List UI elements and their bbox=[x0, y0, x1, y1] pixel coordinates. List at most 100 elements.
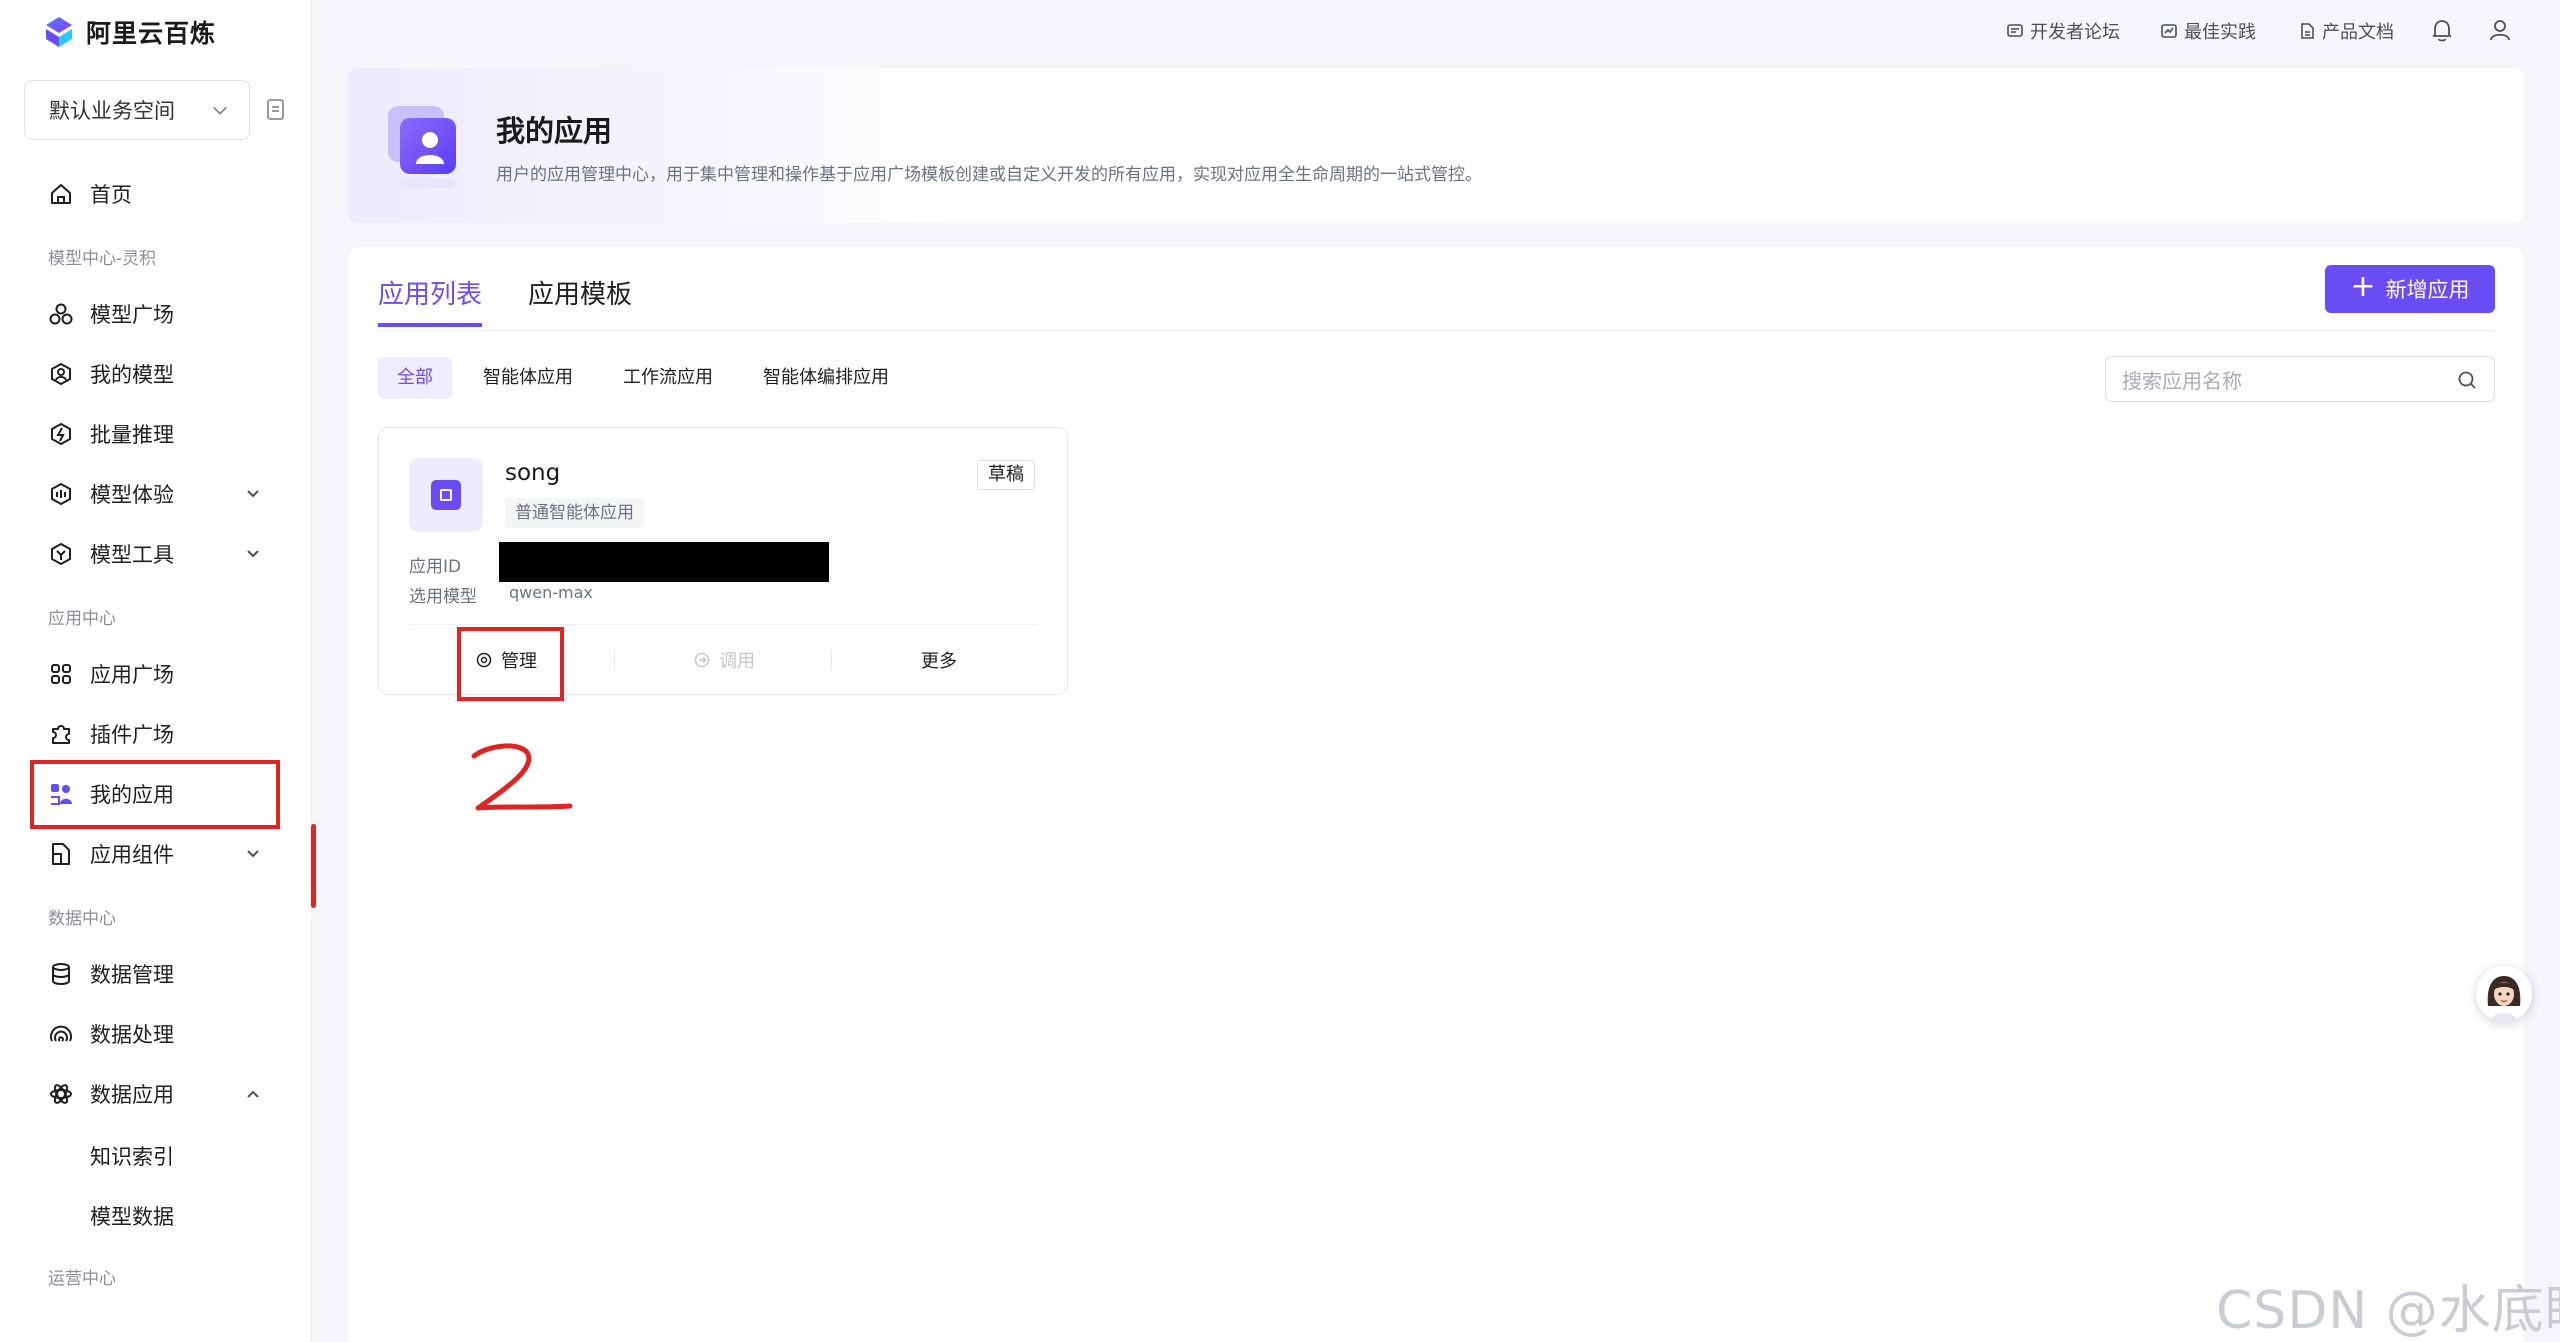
tab-bar: 应用列表 应用模板 bbox=[378, 275, 632, 327]
search-input[interactable]: 搜索应用名称 bbox=[2105, 356, 2495, 402]
page-header: 我的应用 用户的应用管理中心，用于集中管理和操作基于应用广场模板创建或自定义开发… bbox=[348, 68, 2524, 223]
more-button[interactable]: 更多 bbox=[921, 640, 957, 680]
bailian-logo-icon bbox=[46, 17, 72, 47]
sidebar-item-label: 我的模型 bbox=[90, 363, 174, 387]
invoke-label: 调用 bbox=[719, 651, 755, 672]
sidebar-item-label: 插件广场 bbox=[90, 723, 174, 747]
model-experience-icon bbox=[51, 482, 71, 506]
sidebar-item-label: 数据应用 bbox=[90, 1083, 174, 1107]
my-models-icon bbox=[51, 362, 71, 386]
annotation-box-2 bbox=[457, 627, 564, 701]
sidebar-item-app-square[interactable]: 应用广场 bbox=[48, 654, 174, 694]
forum-icon bbox=[2007, 24, 2023, 37]
product-docs-link[interactable]: 产品文档 bbox=[2298, 18, 2394, 44]
sidebar: 阿里云百炼 默认业务空间 首页 模型中心-灵积 模型广场 我的模型 批量推理 模… bbox=[0, 0, 312, 1342]
sidebar-item-model-square[interactable]: 模型广场 bbox=[48, 294, 174, 334]
app-model-label: 选用模型 bbox=[409, 587, 477, 607]
filter-workflow[interactable]: 工作流应用 bbox=[604, 357, 732, 399]
best-practice-label: 最佳实践 bbox=[2184, 22, 2256, 43]
chevron-down-icon[interactable] bbox=[242, 843, 264, 865]
data-processing-icon bbox=[50, 1025, 72, 1042]
top-bar: 开发者论坛 最佳实践 产品文档 bbox=[312, 0, 2560, 64]
watermark: CSDN @水底眠 bbox=[2216, 1281, 2560, 1341]
components-icon bbox=[52, 843, 70, 865]
nav-section-data: 数据中心 bbox=[48, 909, 116, 929]
sidebar-item-label: 应用组件 bbox=[90, 843, 174, 867]
app-icon bbox=[409, 458, 483, 532]
atom-icon bbox=[50, 1084, 72, 1104]
invoke-button[interactable]: 调用 bbox=[693, 640, 755, 680]
sidebar-item-data-apps[interactable]: 数据应用 bbox=[48, 1074, 174, 1114]
practice-icon bbox=[2161, 24, 2177, 38]
sidebar-item-label: 数据管理 bbox=[90, 963, 174, 987]
card-divider bbox=[409, 624, 1037, 625]
filter-agent[interactable]: 智能体应用 bbox=[464, 357, 592, 399]
nav-section-ops: 运营中心 bbox=[48, 1269, 116, 1289]
sidebar-item-model-data[interactable]: 模型数据 bbox=[90, 1201, 174, 1231]
document-icon[interactable] bbox=[265, 98, 287, 122]
best-practice-link[interactable]: 最佳实践 bbox=[2160, 18, 2256, 44]
batch-inference-icon bbox=[51, 422, 71, 446]
sidebar-item-label: 模型工具 bbox=[90, 543, 174, 567]
sidebar-item-batch-inference[interactable]: 批量推理 bbox=[48, 414, 174, 454]
sidebar-item-knowledge-index[interactable]: 知识索引 bbox=[90, 1141, 174, 1171]
app-list-panel: 应用列表 应用模板 + 新增应用 全部 智能体应用 工作流应用 智能体编排应用 … bbox=[348, 247, 2524, 1342]
annotation-mark-2 bbox=[471, 743, 573, 811]
sidebar-item-label: 模型广场 bbox=[90, 303, 174, 327]
brand-logo[interactable]: 阿里云百炼 bbox=[42, 14, 216, 50]
page-description: 用户的应用管理中心，用于集中管理和操作基于应用广场模板创建或自定义开发的所有应用… bbox=[496, 165, 1482, 185]
new-app-button[interactable]: + 新增应用 bbox=[2325, 265, 2495, 313]
user-icon[interactable] bbox=[2486, 16, 2514, 44]
tabs-divider bbox=[378, 330, 2494, 331]
sidebar-item-label: 首页 bbox=[90, 183, 132, 207]
database-icon bbox=[52, 963, 70, 985]
home-icon bbox=[51, 184, 71, 204]
nav-section-app: 应用中心 bbox=[48, 609, 116, 629]
sidebar-item-model-tools[interactable]: 模型工具 bbox=[48, 534, 174, 574]
filter-all[interactable]: 全部 bbox=[378, 357, 452, 399]
search-icon[interactable] bbox=[2456, 369, 2478, 391]
plus-icon: + bbox=[2350, 269, 2376, 304]
filter-bar: 全部 智能体应用 工作流应用 智能体编排应用 bbox=[378, 357, 920, 399]
filter-orchestration[interactable]: 智能体编排应用 bbox=[744, 357, 908, 399]
assistant-avatar-icon bbox=[2476, 966, 2532, 1022]
app-id-label: 应用ID bbox=[409, 557, 462, 577]
sidebar-item-label: 数据处理 bbox=[90, 1023, 174, 1047]
sidebar-item-home[interactable]: 首页 bbox=[48, 174, 132, 214]
dev-forum-label: 开发者论坛 bbox=[2030, 22, 2120, 43]
sidebar-item-app-components[interactable]: 应用组件 bbox=[48, 834, 174, 874]
annotation-mark-1 bbox=[311, 824, 316, 908]
new-app-label: 新增应用 bbox=[2385, 278, 2470, 302]
chevron-down-icon bbox=[212, 106, 228, 115]
sidebar-item-label: 应用广场 bbox=[90, 663, 174, 687]
puzzle-icon bbox=[52, 725, 70, 744]
sidebar-item-my-models[interactable]: 我的模型 bbox=[48, 354, 174, 394]
docs-icon bbox=[2301, 23, 2314, 39]
assistant-avatar[interactable] bbox=[2476, 966, 2532, 1022]
dev-forum-link[interactable]: 开发者论坛 bbox=[2006, 18, 2120, 44]
app-name: song bbox=[505, 460, 561, 486]
chevron-down-icon[interactable] bbox=[242, 543, 264, 565]
app-type-tag: 普通智能体应用 bbox=[505, 498, 644, 528]
annotation-box-1 bbox=[30, 760, 280, 829]
model-square-icon bbox=[49, 303, 73, 325]
sidebar-item-data-processing[interactable]: 数据处理 bbox=[48, 1014, 174, 1054]
sidebar-item-model-experience[interactable]: 模型体验 bbox=[48, 474, 174, 514]
workspace-select[interactable]: 默认业务空间 bbox=[24, 80, 250, 140]
page-title: 我的应用 bbox=[496, 114, 613, 148]
sidebar-item-data-management[interactable]: 数据管理 bbox=[48, 954, 174, 994]
search-placeholder: 搜索应用名称 bbox=[2122, 368, 2242, 393]
tab-app-list[interactable]: 应用列表 bbox=[378, 275, 483, 327]
nav-section-model: 模型中心-灵积 bbox=[48, 249, 157, 269]
workspace-label: 默认业务空间 bbox=[49, 99, 175, 123]
bell-icon[interactable] bbox=[2428, 16, 2456, 44]
grid-icon bbox=[51, 664, 71, 684]
action-separator bbox=[831, 650, 832, 670]
action-separator bbox=[614, 650, 615, 670]
status-badge: 草稿 bbox=[977, 460, 1035, 490]
tab-app-templates[interactable]: 应用模板 bbox=[528, 275, 632, 327]
redacted-app-id bbox=[499, 542, 829, 582]
chevron-up-icon[interactable] bbox=[242, 1083, 264, 1105]
sidebar-item-plugin-square[interactable]: 插件广场 bbox=[48, 714, 174, 754]
chevron-down-icon[interactable] bbox=[242, 483, 264, 505]
